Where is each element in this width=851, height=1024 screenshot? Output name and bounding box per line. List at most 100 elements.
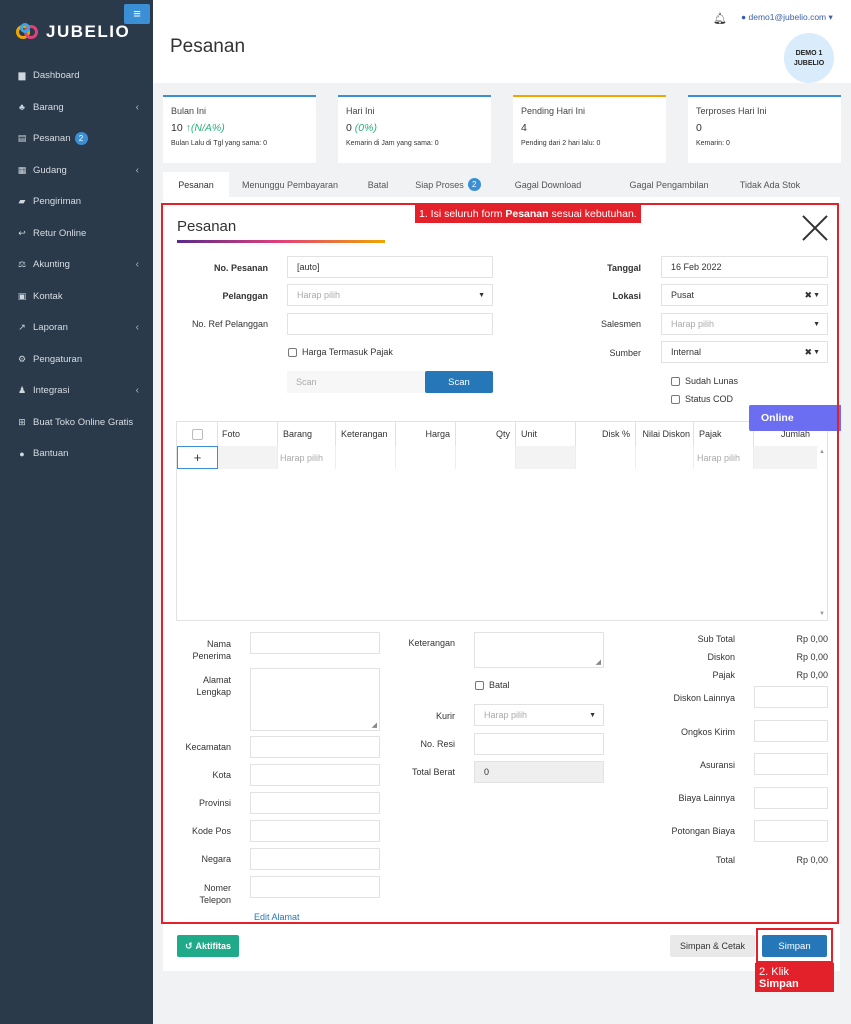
nilai-diskon-cell[interactable] bbox=[636, 446, 694, 469]
scroll-down-icon[interactable]: ▼ bbox=[819, 611, 825, 617]
tab-menunggu-pembayaran[interactable]: Menunggu Pembayaran bbox=[231, 172, 349, 197]
col-barang[interactable]: Barang bbox=[278, 422, 336, 446]
col-keterangan[interactable]: Keterangan bbox=[336, 422, 396, 446]
provinsi-input[interactable] bbox=[250, 792, 380, 814]
menu-toggle-button[interactable]: ≡ bbox=[124, 4, 150, 24]
pajak-cell[interactable]: Harap pilih bbox=[694, 446, 754, 469]
harga-cell[interactable] bbox=[396, 446, 456, 469]
alamat-textarea[interactable]: ◢ bbox=[250, 668, 380, 731]
stat-value: 10 ↑(N/A%) bbox=[171, 122, 225, 134]
clear-icon[interactable]: ✖ bbox=[804, 347, 812, 358]
batal-checkbox[interactable]: Batal bbox=[475, 680, 510, 690]
sidebar-item-akunting[interactable]: ⚖ Akunting ‹ bbox=[0, 249, 153, 281]
kode-pos-label: Kode Pos bbox=[191, 826, 231, 836]
potongan-biaya-input[interactable] bbox=[754, 820, 828, 842]
col-harga[interactable]: Harga bbox=[396, 422, 456, 446]
kota-input[interactable] bbox=[250, 764, 380, 786]
no-ref-input[interactable] bbox=[287, 313, 493, 335]
stat-title: Bulan Ini bbox=[171, 106, 207, 116]
clear-icon[interactable]: ✖ bbox=[804, 290, 812, 301]
scroll-up-icon[interactable]: ▲ bbox=[819, 449, 825, 455]
edit-alamat-link[interactable]: Edit Alamat bbox=[254, 912, 300, 922]
tab-batal[interactable]: Batal bbox=[349, 172, 407, 197]
diskon-lainnya-input[interactable] bbox=[754, 686, 828, 708]
sidebar-item-integrasi[interactable]: ♟ Integrasi ‹ bbox=[0, 375, 153, 407]
sidebar-item-dashboard[interactable]: ▆ Dashboard bbox=[0, 60, 153, 92]
pelanggan-select[interactable]: Harap pilih ▼ bbox=[287, 284, 493, 306]
sudah-lunas-checkbox[interactable]: Sudah Lunas bbox=[671, 376, 738, 386]
lokasi-select[interactable]: Pusat ✖ ▼ bbox=[661, 284, 828, 306]
online-tag[interactable]: Online bbox=[749, 405, 841, 431]
kode-pos-input[interactable] bbox=[250, 820, 380, 842]
telepon-input[interactable] bbox=[250, 876, 380, 898]
sidebar-item-buat-toko-online-gratis[interactable]: ⊞ Buat Toko Online Gratis bbox=[0, 407, 153, 439]
resize-icon[interactable]: ◢ bbox=[372, 721, 377, 729]
col-qty[interactable]: Qty bbox=[456, 422, 516, 446]
pajak-label: Pajak bbox=[712, 670, 735, 680]
salesmen-select[interactable]: Harap pilih ▼ bbox=[661, 313, 828, 335]
salesmen-label: Salesmen bbox=[600, 319, 641, 329]
kecamatan-input[interactable] bbox=[250, 736, 380, 758]
biaya-lainnya-input[interactable] bbox=[754, 787, 828, 809]
disk-cell[interactable] bbox=[576, 446, 636, 469]
sidebar-item-barang[interactable]: ♣ Barang ‹ bbox=[0, 92, 153, 124]
sidebar-item-gudang[interactable]: ▦ Gudang ‹ bbox=[0, 155, 153, 187]
col-unit[interactable]: Unit bbox=[516, 422, 576, 446]
sidebar-item-pesanan[interactable]: ▤ Pesanan 2 bbox=[0, 123, 153, 155]
asuransi-input[interactable] bbox=[754, 753, 828, 775]
pelanggan-label: Pelanggan bbox=[222, 291, 268, 301]
sidebar-item-pengaturan[interactable]: ⚙ Pengaturan bbox=[0, 344, 153, 376]
qty-cell[interactable] bbox=[456, 446, 516, 469]
sidebar-item-pengiriman[interactable]: ▰ Pengiriman bbox=[0, 186, 153, 218]
sidebar-item-retur-online[interactable]: ↩ Retur Online bbox=[0, 218, 153, 250]
aktifitas-button[interactable]: ↺ Aktifitas bbox=[177, 935, 239, 957]
stat-title: Terproses Hari Ini bbox=[696, 106, 767, 116]
no-resi-input[interactable] bbox=[474, 733, 604, 755]
bell-icon[interactable]: 🔔︎ bbox=[713, 12, 727, 25]
col-foto[interactable]: Foto bbox=[218, 422, 278, 446]
keterangan-textarea[interactable]: ◢ bbox=[474, 632, 604, 668]
foto-cell[interactable] bbox=[218, 446, 278, 469]
scan-input[interactable]: Scan bbox=[287, 371, 426, 393]
ongkos-kirim-input[interactable] bbox=[754, 720, 828, 742]
sidebar-item-kontak[interactable]: ▣ Kontak bbox=[0, 281, 153, 313]
resize-icon[interactable]: ◢ bbox=[596, 658, 601, 666]
col-pajak[interactable]: Pajak bbox=[694, 422, 754, 446]
sidebar-item-laporan[interactable]: ↗ Laporan ‹ bbox=[0, 312, 153, 344]
add-row-button[interactable]: + bbox=[177, 446, 218, 469]
jubelio-logo[interactable]: JUBELIO bbox=[16, 22, 130, 42]
nama-penerima-input[interactable] bbox=[250, 632, 380, 654]
col-nilai-diskon[interactable]: Nilai Diskon bbox=[636, 422, 694, 446]
simpan-cetak-button[interactable]: Simpan & Cetak bbox=[670, 935, 755, 957]
diskon-label: Diskon bbox=[707, 652, 735, 662]
close-icon[interactable] bbox=[800, 213, 830, 243]
checkbox-icon bbox=[288, 347, 297, 357]
tab-gagal-pengambilan[interactable]: Gagal Pengambilan bbox=[610, 172, 728, 197]
tanggal-input[interactable]: 16 Feb 2022 bbox=[661, 256, 828, 278]
tab-gagal-download[interactable]: Gagal Download bbox=[488, 172, 608, 197]
tab-pesanan[interactable]: Pesanan bbox=[163, 172, 229, 197]
tab-tidak-ada-stok[interactable]: Tidak Ada Stok bbox=[729, 172, 811, 197]
select-all-checkbox[interactable] bbox=[177, 422, 218, 446]
nama-penerima-label: Nama Penerima bbox=[192, 639, 231, 661]
keterangan-cell[interactable] bbox=[336, 446, 396, 469]
unit-cell[interactable] bbox=[516, 446, 576, 469]
items-grid: Foto Barang Keterangan Harga Qty Unit Di… bbox=[176, 421, 828, 621]
nav-icon: ↗ bbox=[18, 322, 26, 333]
kurir-select[interactable]: Harap pilih ▼ bbox=[474, 704, 604, 726]
user-menu[interactable]: ● demo1@jubelio.com ▾ bbox=[741, 12, 833, 23]
harga-pajak-checkbox[interactable]: Harga Termasuk Pajak bbox=[288, 347, 393, 357]
col-disk[interactable]: Disk % bbox=[576, 422, 636, 446]
grid-scrollbar[interactable]: ▲ ▼ bbox=[817, 447, 827, 620]
scan-button[interactable]: Scan bbox=[425, 371, 493, 393]
no-pesanan-input[interactable]: [auto] bbox=[287, 256, 493, 278]
barang-cell[interactable]: Harap pilih bbox=[278, 446, 336, 469]
callout-step-1: 1. Isi seluruh form Pesanan sesuai kebut… bbox=[415, 205, 641, 223]
negara-input[interactable] bbox=[250, 848, 380, 870]
tab-siap-proses[interactable]: Siap Proses 2 bbox=[408, 172, 488, 197]
avatar[interactable]: DEMO 1 JUBELIO bbox=[784, 33, 834, 83]
sumber-select[interactable]: Internal ✖ ▼ bbox=[661, 341, 828, 363]
sidebar-item-bantuan[interactable]: ● Bantuan bbox=[0, 438, 153, 470]
sidebar-item-label: Integrasi bbox=[33, 385, 70, 397]
status-cod-checkbox[interactable]: Status COD bbox=[671, 394, 733, 404]
